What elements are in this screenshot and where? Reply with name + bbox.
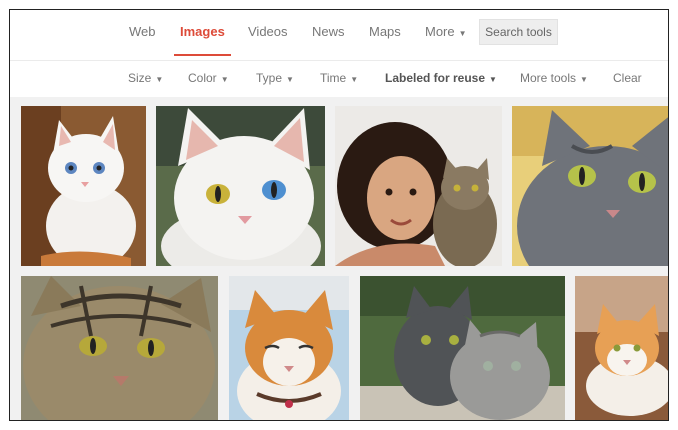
image-result[interactable] xyxy=(360,276,565,420)
white-kitten-image xyxy=(21,106,146,266)
color-filter[interactable]: Color ▼ xyxy=(188,71,229,85)
caret-down-icon: ▼ xyxy=(580,75,588,84)
caret-down-icon: ▼ xyxy=(350,75,359,84)
tab-news[interactable]: News xyxy=(312,24,345,39)
caret-down-icon: ▼ xyxy=(489,75,497,84)
image-result[interactable] xyxy=(21,276,218,420)
orange-white-cat-image xyxy=(229,276,349,420)
white-cat-odd-eyes-image xyxy=(156,106,325,266)
gray-kittens-image xyxy=(360,276,565,420)
caret-down-icon: ▼ xyxy=(286,75,294,84)
more-tools-filter[interactable]: More tools ▼ xyxy=(520,71,588,85)
color-filter-label: Color xyxy=(188,71,217,85)
tab-maps[interactable]: Maps xyxy=(369,24,401,39)
image-result[interactable] xyxy=(335,106,502,266)
image-result[interactable] xyxy=(156,106,325,266)
ginger-white-cat-image xyxy=(575,276,668,420)
type-filter[interactable]: Type ▼ xyxy=(256,71,294,85)
license-filter[interactable]: Labeled for reuse ▼ xyxy=(385,71,497,85)
girl-with-cat-image xyxy=(335,106,502,266)
image-result[interactable] xyxy=(512,106,668,266)
more-tools-label: More tools xyxy=(520,71,577,85)
search-tools-button[interactable]: Search tools xyxy=(479,19,558,45)
image-results-grid xyxy=(10,97,668,420)
caret-down-icon: ▼ xyxy=(220,75,229,84)
search-nav-bar: Web Images Videos News Maps More ▼ Search… xyxy=(10,10,668,60)
tab-more[interactable]: More ▼ xyxy=(425,24,467,39)
caret-down-icon: ▼ xyxy=(458,29,467,38)
image-result[interactable] xyxy=(575,276,668,420)
gray-cat-closeup-image xyxy=(512,106,668,266)
tab-more-label: More xyxy=(425,24,455,39)
tab-videos[interactable]: Videos xyxy=(248,24,288,39)
clear-filters-button[interactable]: Clear xyxy=(613,71,642,85)
size-filter-label: Size xyxy=(128,71,152,85)
tabby-cat-image xyxy=(21,276,218,420)
image-result[interactable] xyxy=(21,106,146,266)
license-filter-label: Labeled for reuse xyxy=(385,71,486,85)
image-result[interactable] xyxy=(229,276,349,420)
time-filter[interactable]: Time ▼ xyxy=(320,71,358,85)
time-filter-label: Time xyxy=(320,71,347,85)
size-filter[interactable]: Size ▼ xyxy=(128,71,163,85)
image-search-window: Web Images Videos News Maps More ▼ Search… xyxy=(9,9,669,421)
caret-down-icon: ▼ xyxy=(155,75,164,84)
search-tools-bar: Size ▼ Color ▼ Type ▼ Time ▼ Labeled for reu… xyxy=(10,60,668,98)
tab-web[interactable]: Web xyxy=(129,24,156,39)
tab-images[interactable]: Images xyxy=(174,24,231,56)
type-filter-label: Type xyxy=(256,71,283,85)
